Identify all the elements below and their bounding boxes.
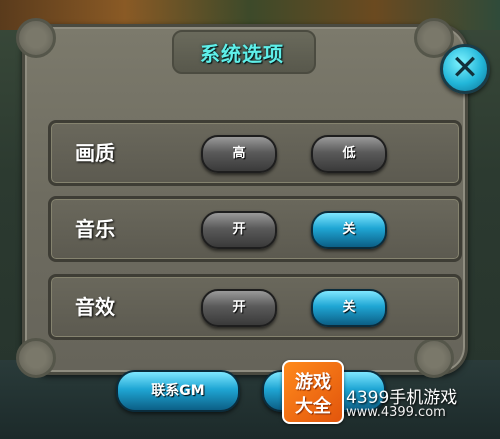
watermark-logo: 游戏 大全 xyxy=(282,360,344,424)
dialog-title: 系统选项 xyxy=(200,42,284,66)
setting-row-music: 音乐 开 关 xyxy=(48,196,462,262)
watermark-url: www.4399.com xyxy=(346,405,446,420)
watermark-logo-line2: 大全 xyxy=(295,396,331,417)
corner-ornament xyxy=(16,18,56,58)
setting-row-quality: 画质 高 低 xyxy=(48,120,462,186)
setting-label: 音乐 xyxy=(75,217,115,241)
setting-label: 画质 xyxy=(75,141,115,165)
music-on-button[interactable]: 开 xyxy=(201,211,277,249)
contact-gm-button[interactable]: 联系GM xyxy=(116,370,240,412)
corner-ornament xyxy=(16,338,56,378)
sound-off-button[interactable]: 关 xyxy=(311,289,387,327)
setting-label: 音效 xyxy=(75,295,115,319)
quality-high-button[interactable]: 高 xyxy=(201,135,277,173)
sound-on-button[interactable]: 开 xyxy=(201,289,277,327)
close-button[interactable]: ✕ xyxy=(440,44,490,94)
corner-ornament xyxy=(414,338,454,378)
setting-row-sound: 音效 开 关 xyxy=(48,274,462,340)
close-icon: ✕ xyxy=(450,48,480,88)
music-off-button[interactable]: 关 xyxy=(311,211,387,249)
watermark-logo-line1: 游戏 xyxy=(295,372,331,393)
quality-low-button[interactable]: 低 xyxy=(311,135,387,173)
